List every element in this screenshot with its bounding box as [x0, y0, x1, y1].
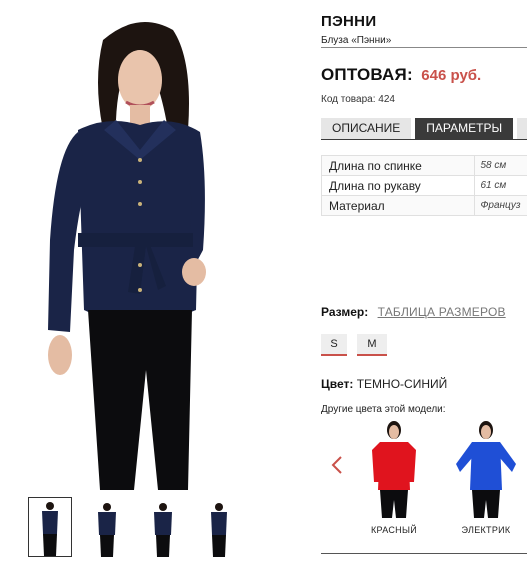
- table-row: Длина по спинке 58 см: [320, 155, 527, 176]
- size-table-link[interactable]: ТАБЛИЦА РАЗМЕРОВ: [378, 305, 506, 319]
- tab-description[interactable]: ОПИСАНИЕ: [321, 118, 412, 139]
- param-name: Длина по спинке: [320, 155, 476, 176]
- product-subtitle: Блуза «Пэнни»: [321, 35, 392, 46]
- size-s-button[interactable]: S: [321, 334, 347, 356]
- color-row: Цвет: ТЕМНО-СИНИЙ: [321, 377, 447, 391]
- param-value: 58 см: [474, 155, 527, 176]
- color-value: ТЕМНО-СИНИЙ: [356, 377, 448, 391]
- size-label: Размер:: [321, 305, 369, 319]
- thumbnail-pose[interactable]: [142, 497, 184, 557]
- product-title: ПЭННИ: [321, 13, 377, 30]
- tab-bar: ОПИСАНИЕ ПАРАМЕТРЫ: [321, 118, 527, 139]
- parameters-table: Длина по спинке 58 см Длина по рукаву 61…: [320, 155, 527, 216]
- price-row: ОПТОВАЯ: 646 руб.: [321, 65, 481, 85]
- variant-label: ЭЛЕКТРИК: [461, 525, 511, 535]
- tab-parameters[interactable]: ПАРАМЕТРЫ: [415, 118, 514, 139]
- price-value: 646 руб.: [421, 67, 482, 84]
- size-row: Размер: ТАБЛИЦА РАЗМЕРОВ: [321, 305, 506, 319]
- tab-underline: [321, 139, 527, 140]
- divider: [321, 553, 527, 554]
- thumbnail-back[interactable]: [198, 497, 240, 557]
- tab-more[interactable]: [517, 118, 527, 139]
- variant-electric-image: [456, 421, 516, 518]
- size-options: S M: [321, 334, 387, 356]
- variant-label: КРАСНЫЙ: [371, 525, 417, 535]
- main-product-photo: [8, 10, 294, 490]
- table-row: Длина по рукаву 61 см: [320, 175, 527, 196]
- other-colors-label: Другие цвета этой модели:: [321, 404, 446, 415]
- thumbnail-side[interactable]: [86, 497, 128, 557]
- color-label: Цвет:: [321, 377, 354, 391]
- thumbnail-strip: [28, 497, 240, 559]
- variant-red[interactable]: КРАСНЫЙ: [366, 420, 422, 535]
- thumbnail-front[interactable]: [28, 497, 72, 557]
- table-row: Материал Француз: [320, 195, 527, 216]
- variant-electric[interactable]: ЭЛЕКТРИК: [452, 420, 520, 535]
- param-name: Длина по рукаву: [320, 175, 476, 196]
- chevron-left-icon[interactable]: [330, 455, 344, 475]
- price-label: ОПТОВАЯ:: [321, 65, 413, 84]
- divider: [321, 47, 527, 48]
- param-value: 61 см: [474, 175, 527, 196]
- product-code: Код товара: 424: [321, 94, 395, 105]
- param-value: Француз: [474, 195, 527, 216]
- variant-red-image: [372, 421, 416, 518]
- size-m-button[interactable]: M: [357, 334, 387, 356]
- param-name: Материал: [320, 195, 476, 216]
